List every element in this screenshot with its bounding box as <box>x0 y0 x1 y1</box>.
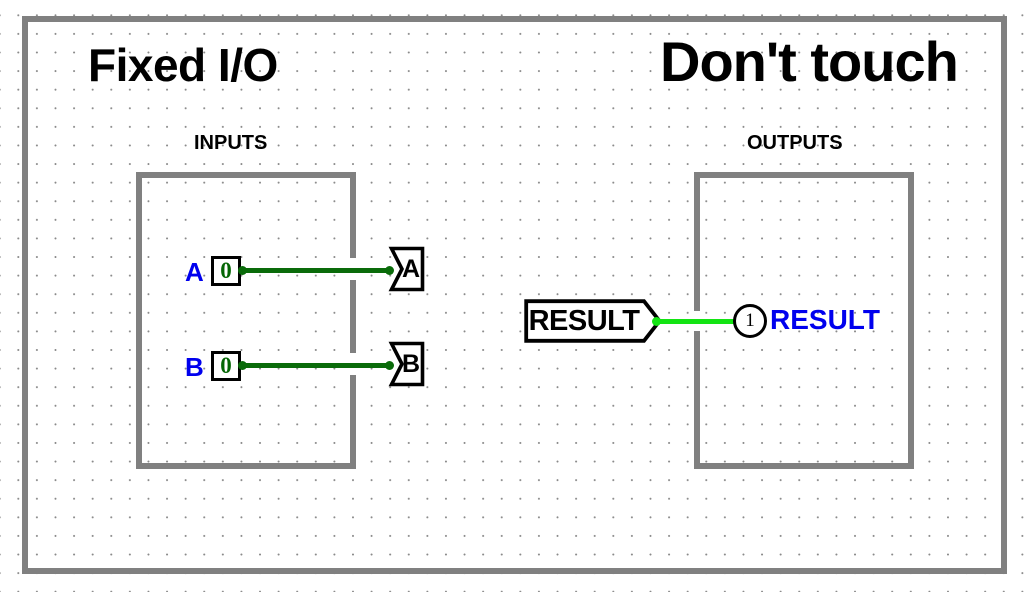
input-value-widget-b[interactable]: 0 <box>211 351 241 381</box>
input-port-label-b: B <box>185 352 204 382</box>
signal-tag-a-label: A <box>401 254 421 283</box>
wire-node-output-result-source <box>652 317 661 326</box>
heading-dont-touch: Don't touch <box>660 30 959 93</box>
logic-canvas: Fixed I/O Don't touch INPUTS OUTPUTS A 0… <box>0 0 1029 592</box>
wire-input-a <box>241 268 389 273</box>
signal-tag-b-label: B <box>401 349 421 378</box>
heading-fixed-io: Fixed I/O <box>88 39 278 91</box>
wire-node-input-a-source <box>238 266 247 275</box>
output-terminal-result[interactable]: 1 <box>733 304 767 338</box>
input-port-label-a: A <box>185 257 204 287</box>
signal-tag-result-label: RESULT <box>528 304 640 337</box>
wire-input-b <box>241 363 389 368</box>
group-label-inputs: INPUTS <box>194 132 268 154</box>
group-label-outputs: OUTPUTS <box>747 132 843 154</box>
signal-tag-result[interactable]: RESULT <box>524 299 662 343</box>
signal-tag-b[interactable]: B <box>388 341 425 387</box>
group-box-inputs <box>136 172 356 469</box>
wire-node-input-b-source <box>238 361 247 370</box>
signal-tag-a[interactable]: A <box>388 246 425 292</box>
input-value-widget-a[interactable]: 0 <box>211 256 241 286</box>
output-port-label-result: RESULT <box>770 304 880 335</box>
wire-output-result <box>656 319 742 324</box>
